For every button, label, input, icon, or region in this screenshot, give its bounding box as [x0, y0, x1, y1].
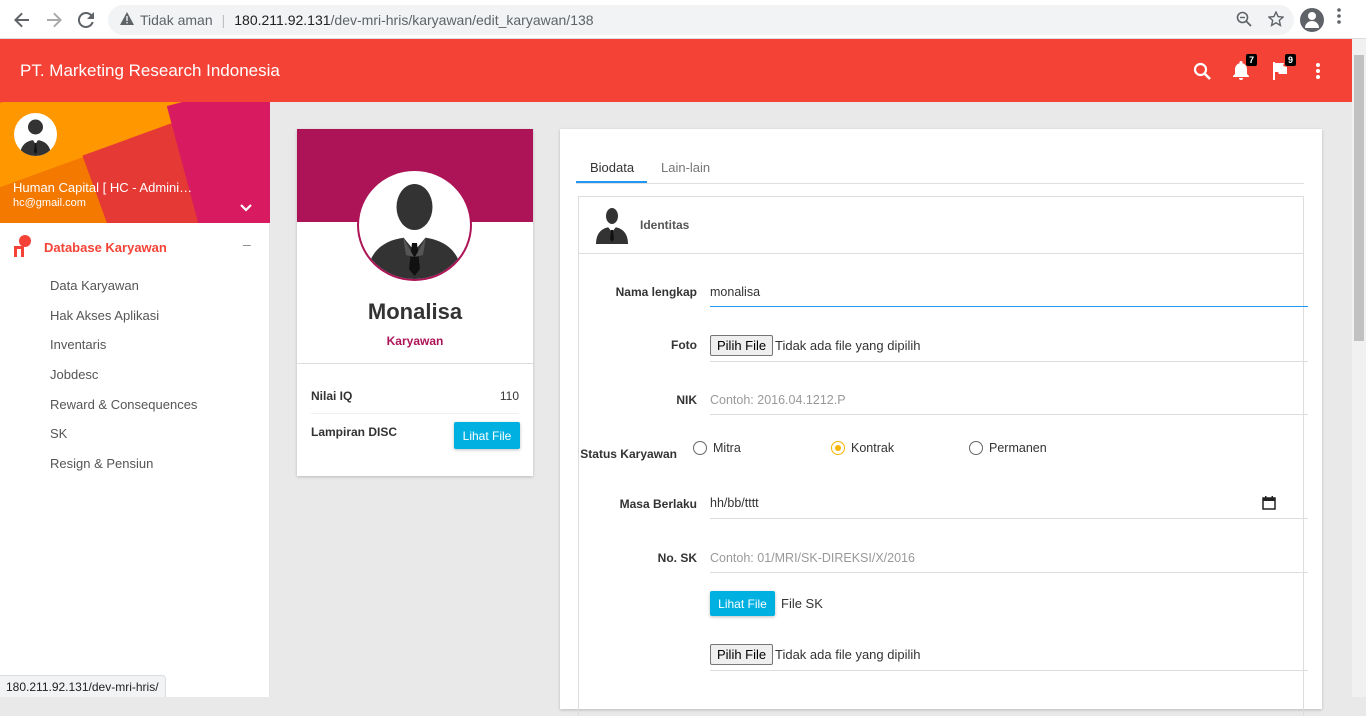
notifications-bell-icon[interactable]: 7: [1229, 54, 1257, 83]
zoom-icon[interactable]: [1236, 11, 1252, 32]
collapse-icon[interactable]: –: [243, 236, 251, 252]
profile-role: Karyawan: [386, 334, 444, 348]
user-name: Human Capital [ HC - Administ...: [13, 180, 198, 195]
no-sk-label: No. SK: [657, 551, 697, 565]
search-icon[interactable]: [1190, 59, 1214, 83]
profile-avatar: [357, 169, 472, 281]
sidebar: Human Capital [ HC - Administ... hc@gmai…: [0, 102, 270, 697]
panel-header: Identitas: [579, 197, 1303, 254]
sidebar-item-jobdesc[interactable]: Jobdesc: [0, 366, 270, 396]
status-radio-kontrak[interactable]: Kontrak: [831, 441, 894, 455]
warning-icon: [120, 12, 134, 28]
iq-label: Nilai IQ: [311, 389, 353, 403]
foto-choose-file-button[interactable]: Pilih File: [710, 335, 774, 356]
radio-label: Mitra: [713, 441, 741, 455]
user-email: hc@gmail.com: [13, 197, 86, 209]
view-sk-file-button[interactable]: Lihat File: [710, 591, 775, 616]
address-bar[interactable]: Tidak aman | 180.211.92.131/dev-mri-hris…: [108, 5, 1294, 35]
sidebar-item-data-karyawan[interactable]: Data Karyawan: [0, 277, 270, 307]
forward-icon[interactable]: [38, 4, 70, 36]
foto-label: Foto: [671, 338, 697, 352]
iq-row: Nilai IQ 110: [311, 389, 519, 403]
section-title: Identitas: [640, 218, 690, 232]
url-host: 180.211.92.131: [234, 12, 331, 28]
masa-berlaku-date-input[interactable]: hh/bb/tttt: [710, 496, 759, 510]
browser-toolbar: Tidak aman | 180.211.92.131/dev-mri-hris…: [0, 0, 1366, 39]
sidebar-item-hak-akses-aplikasi[interactable]: Hak Akses Aplikasi: [0, 307, 270, 337]
profile-icon[interactable]: [1300, 8, 1324, 32]
radio-label: Permanen: [989, 441, 1047, 455]
sk-file-underline: [710, 670, 1308, 671]
nik-label: NIK: [676, 393, 697, 407]
sk-file-label: File SK: [781, 596, 823, 611]
menu-section-label: Database Karyawan: [44, 240, 167, 255]
no-sk-input[interactable]: Contoh: 01/MRI/SK-DIREKSI/X/2016: [710, 551, 915, 565]
radio-label: Kontrak: [851, 441, 895, 455]
masa-berlaku-underline: [710, 518, 1308, 519]
status-label: Status Karyawan: [580, 447, 677, 461]
nik-input[interactable]: Contoh: 2016.04.1212.P: [710, 393, 846, 407]
user-info-panel: Human Capital [ HC - Administ... hc@gmai…: [0, 102, 270, 223]
chevron-down-icon[interactable]: [240, 199, 252, 215]
nama-input[interactable]: monalisa: [710, 285, 760, 299]
profile-name: Monalisa: [367, 299, 463, 324]
browser-status-url: 180.211.92.131/dev-mri-hris/: [0, 675, 166, 697]
tab-lain-lain[interactable]: Lain-lain: [661, 160, 710, 175]
foto-file-status: Tidak ada file yang dipilih: [775, 338, 921, 353]
form-card: Biodata Lain-lain Identitas Nama lengkap…: [560, 129, 1322, 716]
flag-icon[interactable]: 9: [1268, 54, 1296, 83]
radio-button[interactable]: [969, 441, 983, 455]
separator: |: [221, 12, 226, 28]
status-radio-mitra[interactable]: Mitra: [693, 441, 741, 455]
foto-underline: [710, 361, 1308, 362]
page-scrollbar[interactable]: [1352, 39, 1366, 697]
sidebar-item-sk[interactable]: SK: [0, 425, 270, 455]
avatar: [14, 113, 57, 156]
profile-card: Monalisa Karyawan Nilai IQ 110 Lampiran …: [297, 129, 533, 476]
nama-input-underline: [710, 306, 1308, 307]
status-radio-permanen[interactable]: Permanen: [969, 441, 1047, 455]
radio-button[interactable]: [831, 441, 845, 455]
sidebar-item-inventaris[interactable]: Inventaris: [0, 336, 270, 366]
sidebar-item-resign-pensiun[interactable]: Resign & Pensiun: [0, 455, 270, 485]
sidebar-item-reward-consequences[interactable]: Reward & Consequences: [0, 396, 270, 426]
masa-berlaku-label: Masa Berlaku: [619, 497, 697, 511]
sk-file-status: Tidak ada file yang dipilih: [775, 647, 921, 662]
divider: [297, 363, 533, 364]
more-vert-icon[interactable]: [1306, 59, 1330, 83]
person-icon: [595, 206, 629, 244]
scrollbar-thumb[interactable]: [1354, 55, 1364, 341]
calendar-icon[interactable]: [1262, 496, 1276, 510]
app-title[interactable]: PT. Marketing Research Indonesia: [20, 61, 280, 81]
back-icon[interactable]: [6, 4, 38, 36]
browser-menu-icon[interactable]: [1337, 8, 1341, 29]
menu-database-karyawan[interactable]: Database Karyawan –: [0, 230, 270, 264]
disc-label: Lampiran DISC: [311, 425, 398, 439]
identitas-panel: Identitas Nama lengkap monalisa Foto Pil…: [578, 196, 1308, 716]
flags-badge: 9: [1284, 54, 1296, 66]
active-tab-indicator: [576, 181, 647, 183]
no-sk-underline: [710, 572, 1308, 573]
security-label: Tidak aman: [140, 12, 213, 28]
radio-button[interactable]: [693, 441, 707, 455]
app-header: PT. Marketing Research Indonesia 7 9: [0, 39, 1352, 102]
iq-value: 110: [499, 389, 519, 403]
employee-database-icon: [13, 235, 33, 257]
view-disc-file-button[interactable]: Lihat File: [454, 422, 520, 449]
submenu: Data Karyawan Hak Akses Aplikasi Inventa…: [0, 277, 270, 485]
tabs: Biodata Lain-lain: [576, 154, 1304, 184]
nama-label: Nama lengkap: [615, 285, 697, 299]
notifications-badge: 7: [1245, 54, 1257, 66]
bookmark-star-icon[interactable]: [1267, 10, 1285, 32]
nik-underline: [710, 414, 1308, 415]
tab-biodata[interactable]: Biodata: [590, 160, 634, 175]
reload-icon[interactable]: [70, 4, 102, 36]
divider: [311, 413, 519, 414]
url-path: /dev-mri-hris/karyawan/edit_karyawan/138: [330, 12, 594, 28]
sk-choose-file-button[interactable]: Pilih File: [710, 644, 774, 665]
